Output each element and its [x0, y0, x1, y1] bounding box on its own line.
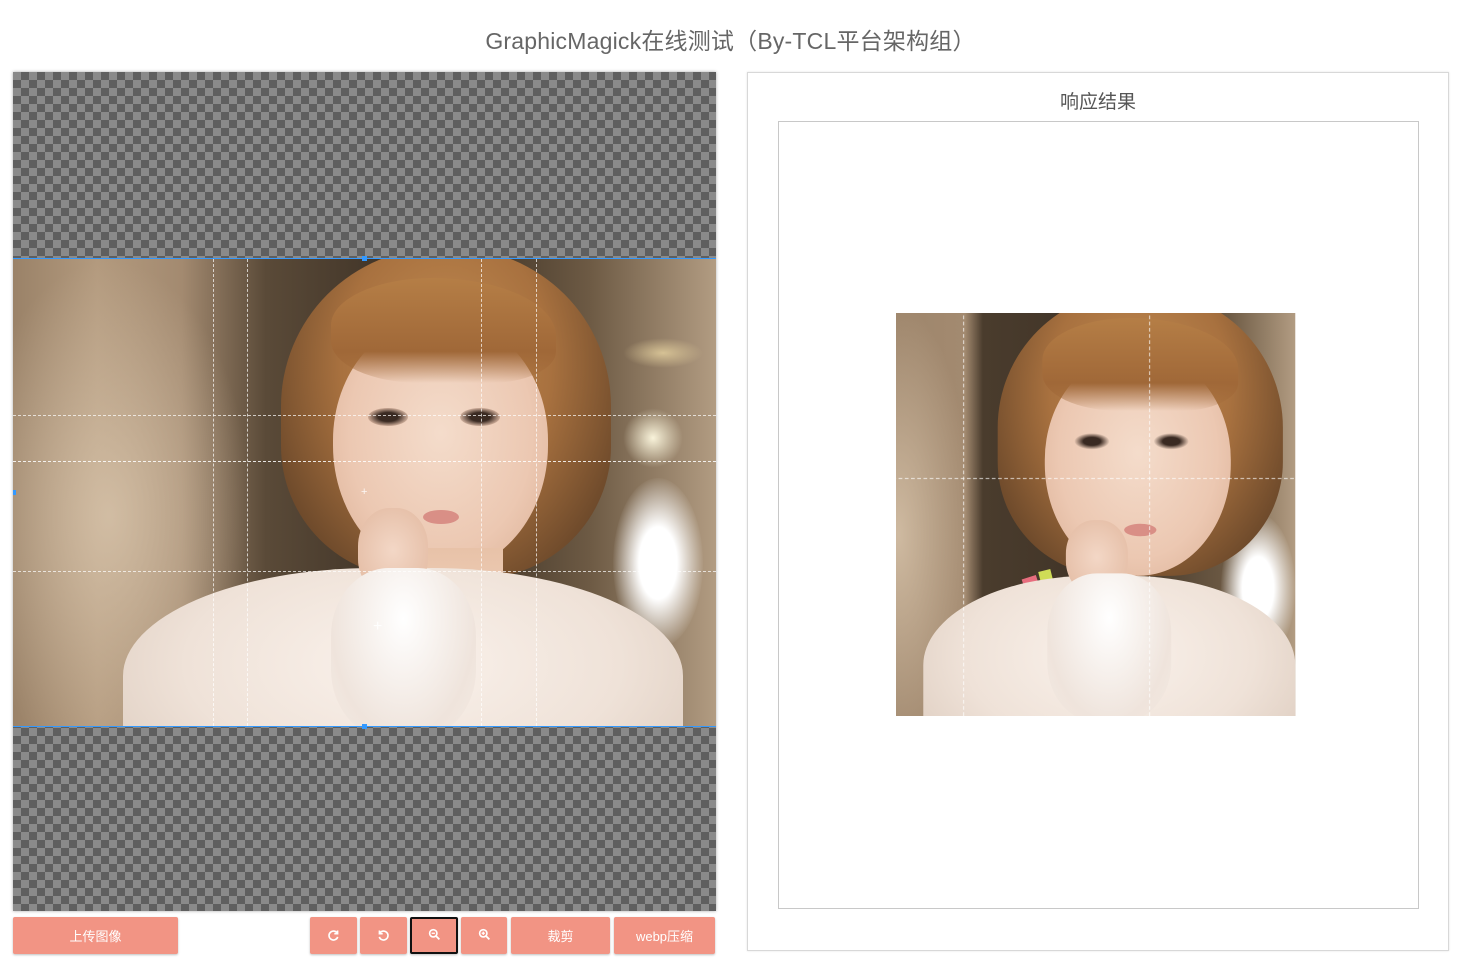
crop-center-mark: +: [361, 486, 368, 498]
crop-guide-horizontal-1: [13, 415, 716, 416]
rotate-right-button[interactable]: [310, 917, 357, 954]
crop-guide-vertical-1: [213, 259, 214, 726]
zoom-in-button[interactable]: [461, 917, 507, 954]
rotate-left-button[interactable]: [360, 917, 407, 954]
zoom-out-icon: [428, 928, 441, 944]
result-title: 响应结果: [1059, 92, 1136, 113]
crop-handle-top[interactable]: [362, 256, 367, 261]
crop-guide-vertical-2: [247, 259, 248, 726]
crop-handle-left[interactable]: [13, 490, 16, 495]
crop-button[interactable]: 裁剪: [511, 917, 610, 954]
upload-image-button[interactable]: 上传图像: [13, 917, 178, 954]
rotate-right-icon: [327, 928, 340, 944]
crop-handle-bottom[interactable]: [362, 724, 367, 729]
crop-box[interactable]: + +: [13, 256, 716, 729]
crop-guide-vertical-3: [481, 259, 482, 726]
result-image: [896, 313, 1300, 716]
result-panel: 响应结果: [747, 72, 1449, 951]
crop-guide-vertical-4: [536, 259, 537, 726]
zoom-out-button[interactable]: [410, 917, 458, 954]
crop-guide-horizontal-3: [13, 461, 716, 462]
zoom-in-icon: [478, 928, 491, 944]
move-center-mark: +: [373, 618, 383, 635]
crop-guide-horizontal-2: [13, 571, 716, 572]
result-photo-painting: [896, 313, 1300, 716]
webp-compress-button[interactable]: webp压缩: [614, 917, 715, 954]
image-cropper[interactable]: + +: [13, 72, 716, 911]
page-title: GraphicMagick在线测试（By-TCL平台架构组）: [485, 28, 976, 54]
result-frame: [778, 121, 1419, 909]
rotate-left-icon: [377, 928, 390, 944]
